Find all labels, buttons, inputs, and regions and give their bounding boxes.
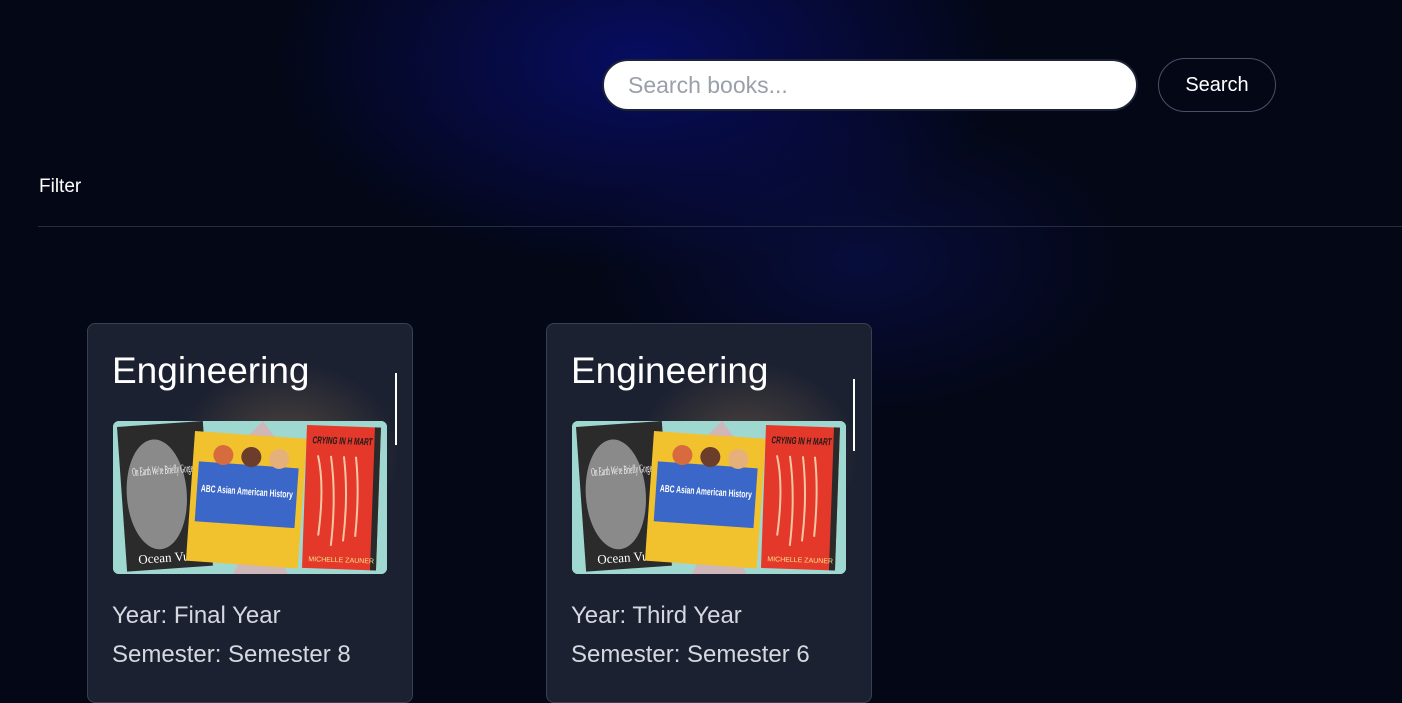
card-year: Year: Third Year <box>571 602 742 629</box>
card-accent-bar <box>853 379 855 451</box>
card-title: Engineering <box>571 350 769 391</box>
book3-title: CRYING IN H MART <box>771 435 832 448</box>
card-title: Engineering <box>112 350 310 391</box>
course-card[interactable]: Engineering On Earth We're Briefly Gorge… <box>87 323 413 703</box>
card-semester: Semester: Semester 6 <box>571 641 810 668</box>
card-semester: Semester: Semester 8 <box>112 641 351 668</box>
search-bar <box>602 59 1138 111</box>
filter-toggle[interactable]: Filter <box>39 176 81 198</box>
card-year: Year: Final Year <box>112 602 281 629</box>
search-button[interactable]: Search <box>1158 58 1276 112</box>
course-card[interactable]: Engineering On Earth We're Briefly Gorge… <box>546 323 872 703</box>
book3-title: CRYING IN H MART <box>312 435 373 448</box>
search-input[interactable] <box>602 59 1138 111</box>
book-cover-image: On Earth We're Briefly Gorgeous Ocean Vu… <box>113 421 387 574</box>
divider <box>38 226 1402 227</box>
book-cover-image: On Earth We're Briefly Gorgeous Ocean Vu… <box>572 421 846 574</box>
card-accent-bar <box>395 373 397 445</box>
